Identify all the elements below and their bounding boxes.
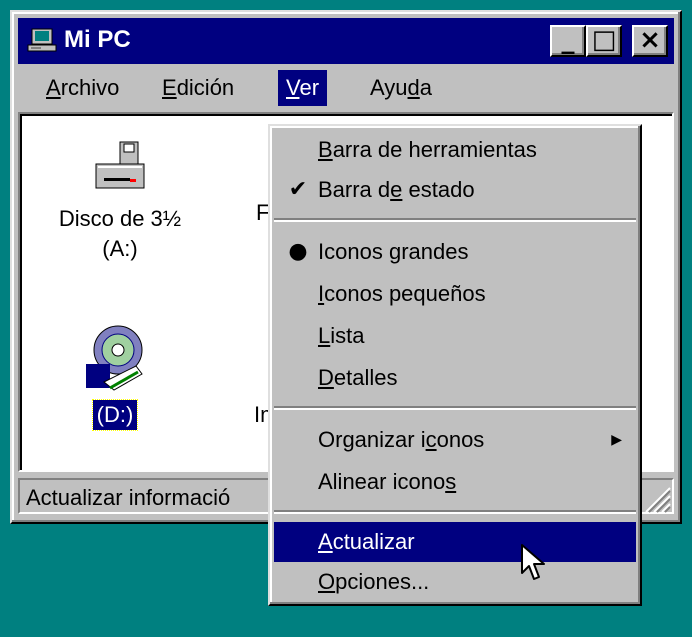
window-title: Mi PC: [64, 26, 131, 53]
menu-edicion[interactable]: Edición: [154, 70, 242, 106]
check-icon: ✔: [288, 177, 308, 202]
menu-item-iconos-pequenos[interactable]: Iconos pequeños: [274, 274, 636, 314]
close-button[interactable]: ×: [632, 25, 668, 57]
menu-item-actualizar[interactable]: Actualizar: [274, 522, 636, 562]
menu-item-barra-estado[interactable]: ✔ Barra de estado: [274, 170, 636, 210]
menu-item-detalles[interactable]: Detalles: [274, 358, 636, 398]
menu-item-organizar-iconos[interactable]: Organizar iconos ▶: [274, 420, 636, 460]
floppy-label-line2: (A:): [102, 236, 138, 261]
floppy-drive-icon: [95, 141, 145, 189]
menu-separator: [274, 218, 636, 222]
cd-label: (D:): [91, 399, 139, 431]
menu-separator: [274, 510, 636, 514]
title-bar[interactable]: Mi PC _ □ ×: [18, 18, 674, 64]
ver-dropdown-menu: Barra de herramientas ✔ Barra de estado ●…: [268, 124, 642, 606]
menu-separator: [274, 406, 636, 410]
menu-item-opciones[interactable]: Opciones...: [274, 562, 636, 602]
maximize-button[interactable]: □: [586, 25, 622, 57]
floppy-drive-item[interactable]: Disco de 3½ (A:): [40, 140, 200, 264]
menu-ver[interactable]: Ver: [278, 70, 328, 106]
menu-archivo[interactable]: Archivo: [38, 70, 127, 106]
submenu-arrow-icon: ▶: [611, 432, 622, 448]
minimize-button[interactable]: _: [550, 25, 586, 57]
menu-ayuda[interactable]: Ayuda: [362, 70, 440, 106]
cd-drive-item[interactable]: (D:): [60, 320, 170, 431]
menu-item-alinear-iconos[interactable]: Alinear iconos: [274, 462, 636, 502]
menu-bar: Archivo Edición Ver Ayuda: [18, 68, 674, 108]
cd-drive-icon: [86, 325, 143, 391]
mouse-pointer-icon: [521, 544, 545, 580]
computer-icon: [27, 28, 57, 52]
floppy-label-line1: Disco de 3½: [58, 206, 182, 231]
menu-item-lista[interactable]: Lista: [274, 316, 636, 356]
menu-item-iconos-grandes[interactable]: ● Iconos grandes: [274, 232, 636, 272]
radio-bullet-icon: ●: [288, 239, 308, 264]
resize-grip-icon[interactable]: [640, 482, 672, 514]
menu-item-barra-herramientas[interactable]: Barra de herramientas: [274, 130, 636, 170]
